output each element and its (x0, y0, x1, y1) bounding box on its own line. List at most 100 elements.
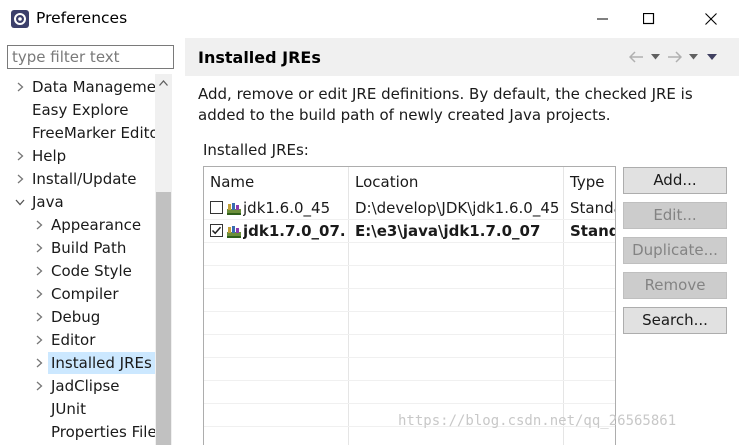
column-header-name[interactable]: Name (204, 167, 349, 197)
close-button[interactable] (688, 0, 734, 38)
preference-tree-pane: Data Manageme Easy Explore FreeMarker Edit… (0, 38, 178, 445)
tree-item[interactable]: Installed JREs (0, 352, 155, 374)
chevron-right-icon[interactable] (33, 237, 45, 259)
minimize-button[interactable] (580, 0, 626, 38)
table-header: Name Location Type (204, 167, 615, 197)
chevron-down-icon[interactable] (14, 191, 26, 213)
tree-item-label: Debug (51, 308, 101, 326)
page-header: Installed JREs (185, 38, 739, 76)
tree-item[interactable]: Build Path (0, 237, 155, 259)
cell-name: jdk1.7.0_07... (243, 222, 347, 240)
watermark-text: https://blog.csdn.net/qq_26565861 (398, 413, 677, 429)
table-row[interactable]: jdk1.6.0_45 D:\develop\JDK\jdk1.6.0_45 Sta… (204, 197, 615, 219)
chevron-right-icon[interactable] (33, 375, 45, 397)
checkbox-unchecked[interactable] (210, 201, 223, 214)
forward-arrow-icon[interactable] (666, 48, 682, 66)
tree-item[interactable]: Properties File (0, 421, 155, 443)
chevron-right-icon[interactable] (33, 214, 45, 236)
page-description: Add, remove or edit JRE definitions. By … (198, 85, 693, 124)
preference-tree[interactable]: Data Manageme Easy Explore FreeMarker Edit… (0, 74, 155, 445)
forward-dropdown-icon[interactable] (685, 48, 701, 66)
back-arrow-icon[interactable] (628, 48, 644, 66)
chevron-right-icon[interactable] (33, 260, 45, 282)
tree-item-label: Easy Explore (32, 101, 129, 119)
tree-item-label: Build Path (51, 239, 127, 257)
tree-item[interactable]: Help (0, 145, 155, 167)
tree-item-label: Editor (51, 331, 96, 349)
cell-location: D:\develop\JDK\jdk1.6.0_45 (355, 199, 560, 217)
tree-item-label: Java (32, 193, 64, 211)
chevron-right-icon[interactable] (14, 145, 26, 167)
cell-type: Standa (570, 199, 615, 217)
tree-item-label: Properties File (51, 423, 155, 441)
remove-button[interactable]: Remove (623, 272, 727, 299)
tree-item-label: JadClipse (51, 377, 120, 395)
filter-input[interactable] (7, 45, 174, 69)
table-row[interactable]: jdk1.7.0_07... E:\e3\java\jdk1.7.0_07 Stan… (204, 220, 616, 242)
tree-item[interactable]: Java (0, 191, 155, 213)
row-divider (204, 334, 615, 335)
installed-jres-label: Installed JREs: (203, 141, 309, 159)
row-divider (204, 265, 615, 266)
tree-item-label: Code Style (51, 262, 132, 280)
tree-item-label: Install/Update (32, 170, 137, 188)
jre-library-icon (226, 223, 242, 239)
scrollbar-thumb[interactable] (156, 192, 171, 445)
tree-item-label: Installed JREs (48, 352, 155, 374)
chevron-right-icon[interactable] (14, 168, 26, 190)
tree-item-label: Compiler (51, 285, 119, 303)
back-dropdown-icon[interactable] (647, 48, 663, 66)
tree-item-label: Help (32, 147, 67, 165)
chevron-right-icon[interactable] (14, 76, 26, 98)
tree-vertical-scrollbar[interactable] (155, 74, 172, 445)
tree-item[interactable]: JadClipse (0, 375, 155, 397)
duplicate-button[interactable]: Duplicate... (623, 237, 727, 264)
cell-type: Stand (570, 222, 616, 240)
maximize-button[interactable] (626, 0, 672, 38)
cell-location: E:\e3\java\jdk1.7.0_07 (355, 222, 541, 240)
tree-item[interactable]: Install/Update (0, 168, 155, 190)
preference-page: Installed JREs Add, remove or edit JRE d… (185, 38, 739, 445)
page-title: Installed JREs (198, 48, 321, 67)
close-icon (705, 13, 717, 25)
chevron-right-icon[interactable] (33, 329, 45, 351)
checkbox-checked[interactable] (210, 224, 223, 237)
row-divider (204, 311, 615, 312)
tree-item[interactable]: Compiler (0, 283, 155, 305)
edit-button[interactable]: Edit... (623, 202, 727, 229)
tree-item[interactable]: Editor (0, 329, 155, 351)
chevron-right-icon[interactable] (33, 306, 45, 328)
tree-item-label: FreeMarker Edito (32, 124, 155, 142)
view-menu-icon[interactable] (704, 48, 720, 66)
cell-name: jdk1.6.0_45 (243, 199, 331, 217)
window-title: Preferences (36, 9, 128, 27)
add-button[interactable]: Add... (623, 167, 727, 194)
tree-item[interactable]: Easy Explore (0, 99, 155, 121)
history-navigation (628, 47, 720, 67)
tree-item-label: Data Manageme (32, 78, 155, 96)
minimize-icon (597, 18, 608, 20)
tree-item[interactable]: JUnit (0, 398, 155, 420)
tree-item[interactable]: FreeMarker Edito (0, 122, 155, 144)
title-bar: Preferences (0, 0, 739, 38)
column-header-location[interactable]: Location (349, 167, 564, 197)
jre-table[interactable]: Name Location Type jdk1.6.0_45 D:\develop… (203, 166, 616, 445)
jre-library-icon (226, 200, 242, 216)
row-divider (204, 380, 615, 381)
search-button[interactable]: Search... (623, 307, 727, 334)
row-divider (204, 288, 615, 289)
chevron-right-icon[interactable] (33, 283, 45, 305)
scroll-up-arrow-icon[interactable] (155, 74, 172, 91)
row-divider (204, 242, 615, 243)
tree-item[interactable]: Data Manageme (0, 76, 155, 98)
row-divider (204, 403, 615, 404)
maximize-icon (643, 13, 655, 25)
tree-item[interactable]: Appearance (0, 214, 155, 236)
chevron-right-icon[interactable] (33, 352, 45, 374)
tree-item-label: Appearance (51, 216, 142, 234)
tree-item[interactable]: Code Style (0, 260, 155, 282)
column-header-type[interactable]: Type (564, 167, 615, 197)
row-divider (204, 357, 615, 358)
tree-item[interactable]: Debug (0, 306, 155, 328)
tree-item-label: JUnit (51, 400, 86, 418)
